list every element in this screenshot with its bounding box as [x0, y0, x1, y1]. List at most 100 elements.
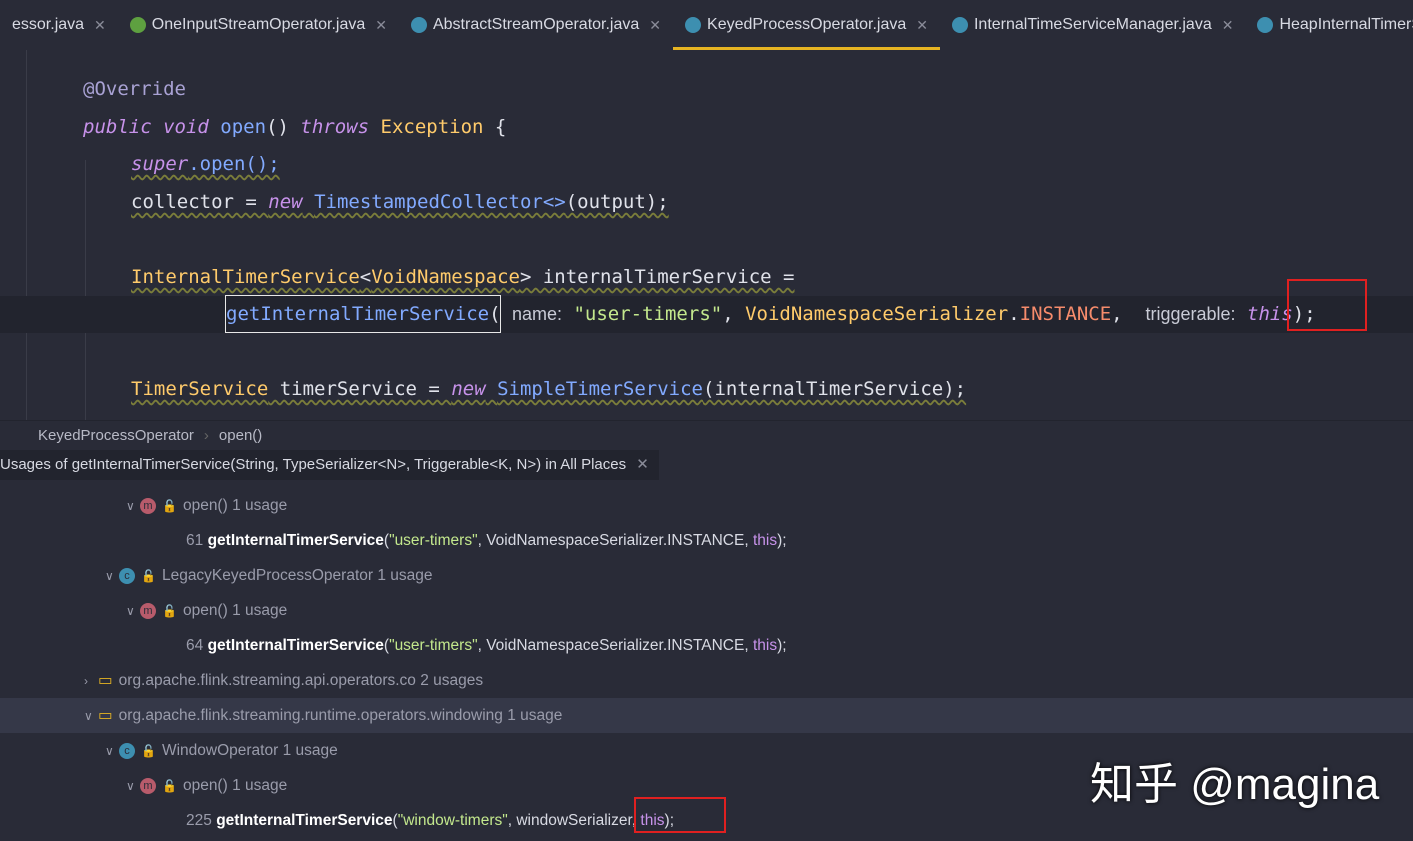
text: getInternalTimerService [207, 637, 384, 654]
current-code-line: getInternalTimerService( name: "user-tim… [0, 296, 1413, 333]
class-icon [1257, 17, 1274, 33]
glyph: 🔓 [162, 604, 177, 618]
glyph: c [119, 742, 135, 759]
highlight-box [1287, 279, 1367, 331]
glyph: › [84, 674, 88, 688]
code-line: public void open() throws Exception { [83, 109, 1413, 146]
breadcrumb: KeyedProcessOperator › open() [0, 420, 1413, 450]
text: "user-timers" [389, 532, 478, 549]
glyph: m [140, 777, 156, 794]
text: ); [777, 637, 787, 654]
text: this [752, 637, 778, 654]
tab-processor[interactable]: essor.java ✕ [0, 0, 118, 50]
text: () [266, 116, 289, 138]
text: (internalTimerService); [703, 378, 967, 400]
text: open() [182, 777, 228, 794]
class-icon [951, 17, 968, 33]
usage-line[interactable]: 64 getInternalTimerService("user-timers"… [0, 628, 1413, 663]
text: TimerService [131, 378, 269, 400]
glyph: ∨ [126, 779, 135, 793]
glyph: 🔓 [162, 499, 177, 513]
glyph: › [203, 427, 209, 444]
close-icon[interactable]: ✕ [94, 17, 106, 34]
text: TimestampedCollector<> [314, 191, 566, 213]
text: , VoidNamespaceSerializer.INSTANCE, [477, 532, 753, 549]
tree-node-method[interactable]: ∨ m 🔓 open() 1 usage [0, 593, 1413, 628]
text: > internalTimerService = [519, 266, 795, 288]
code-line: @Override [83, 71, 1413, 108]
text: , VoidNamespaceSerializer.INSTANCE, [477, 637, 753, 654]
text: LegacyKeyedProcessOperator [161, 567, 374, 584]
text: 1 usage [232, 777, 288, 794]
text: AbstractStreamOperator.java [432, 16, 640, 33]
tree-node-class[interactable]: ∨ c 🔓 LegacyKeyedProcessOperator 1 usage [0, 558, 1413, 593]
text: ); [777, 532, 787, 549]
usage-line[interactable]: 61 getInternalTimerService("user-timers"… [0, 523, 1413, 558]
text: HeapInternalTimerServ [1279, 16, 1413, 33]
tab-one-input-stream-operator[interactable]: OneInputStreamOperator.java ✕ [118, 0, 399, 50]
tab-abstract-stream-operator[interactable]: AbstractStreamOperator.java ✕ [399, 0, 673, 50]
text: "user-timers" [389, 637, 478, 654]
text: , [1111, 303, 1146, 325]
close-icon[interactable]: ✕ [1222, 17, 1234, 34]
text: WindowOperator [161, 742, 279, 759]
close-icon[interactable]: ✕ [916, 17, 928, 34]
highlight-box [634, 797, 726, 833]
code-editor[interactable]: @Override public void open() throws Exce… [0, 50, 1413, 420]
text: < [359, 266, 372, 288]
text: SimpleTimerService [497, 378, 703, 400]
tab-keyed-process-operator[interactable]: KeyedProcessOperator.java ✕ [673, 0, 940, 50]
text: this [1247, 303, 1293, 325]
text: public void [83, 116, 209, 138]
tree-node-package[interactable]: ∨ ▭ org.apache.flink.streaming.runtime.ope… [0, 698, 1413, 733]
close-icon[interactable]: ✕ [649, 17, 661, 34]
text: (output); [565, 191, 669, 213]
tree-node-method[interactable]: ∨ m 🔓 open() 1 usage [0, 488, 1413, 523]
text: { [494, 116, 507, 138]
text: new [451, 378, 486, 400]
text: 61 [186, 532, 204, 549]
text: @Override [83, 78, 186, 100]
indent-guide [85, 160, 86, 420]
text: timerService = [268, 378, 452, 400]
text: name: [512, 304, 563, 324]
glyph: 🔓 [141, 744, 156, 758]
text: getInternalTimerService [216, 812, 393, 829]
text: , windowSerializer, [507, 812, 641, 829]
text: org.apache.flink.streaming.api.operators… [118, 672, 416, 689]
text: Exception [380, 116, 484, 138]
text: VoidNamespace [371, 266, 520, 288]
text: org.apache.flink.streaming.runtime.opera… [118, 707, 503, 724]
selected-method-box [225, 295, 501, 333]
text: this [752, 532, 778, 549]
text: 1 usage [507, 707, 563, 724]
tree-node-package[interactable]: › ▭ org.apache.flink.streaming.api.operato… [0, 663, 1413, 698]
glyph: ∨ [105, 569, 114, 583]
breadcrumb-class[interactable]: KeyedProcessOperator [38, 427, 194, 444]
tab-internal-time-service-manager[interactable]: InternalTimeServiceManager.java ✕ [940, 0, 1245, 50]
glyph: ∨ [105, 744, 114, 758]
code-line: InternalTimerService<VoidNamespace> inte… [131, 259, 1413, 296]
text: . [1008, 303, 1020, 325]
glyph: m [140, 497, 156, 514]
editor-tabs: essor.java ✕ OneInputStreamOperator.java ✕… [0, 0, 1413, 50]
text: essor.java [12, 16, 85, 33]
gutter-divider [26, 50, 27, 420]
close-icon[interactable]: ✕ [636, 456, 649, 473]
glyph: m [140, 602, 156, 619]
breadcrumb-method[interactable]: open() [219, 427, 262, 444]
code-line: super.open(); [131, 146, 1413, 183]
text: INSTANCE [1019, 303, 1112, 325]
class-icon [685, 17, 702, 33]
text: 1 usage [232, 602, 288, 619]
folder-icon: ▭ [98, 672, 113, 689]
glyph: c [119, 567, 135, 584]
text: VoidNamespaceSerializer [745, 303, 1009, 325]
text: throws [300, 116, 370, 138]
close-icon[interactable]: ✕ [375, 17, 387, 34]
glyph: 🔓 [141, 569, 156, 583]
usages-tab[interactable]: Usages of getInternalTimerService(String… [0, 450, 659, 480]
text: InternalTimerService [131, 266, 360, 288]
text: OneInputStreamOperator.java [151, 16, 366, 33]
tab-heap-internal-timer-service[interactable]: HeapInternalTimerServ [1245, 0, 1413, 50]
